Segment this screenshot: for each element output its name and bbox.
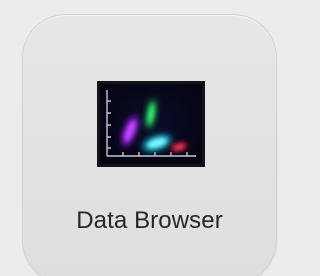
launcher-background: Data Browser: [0, 0, 283, 276]
scatter-plot-icon[interactable]: [97, 81, 205, 167]
data-browser-label[interactable]: Data Browser: [22, 207, 277, 235]
